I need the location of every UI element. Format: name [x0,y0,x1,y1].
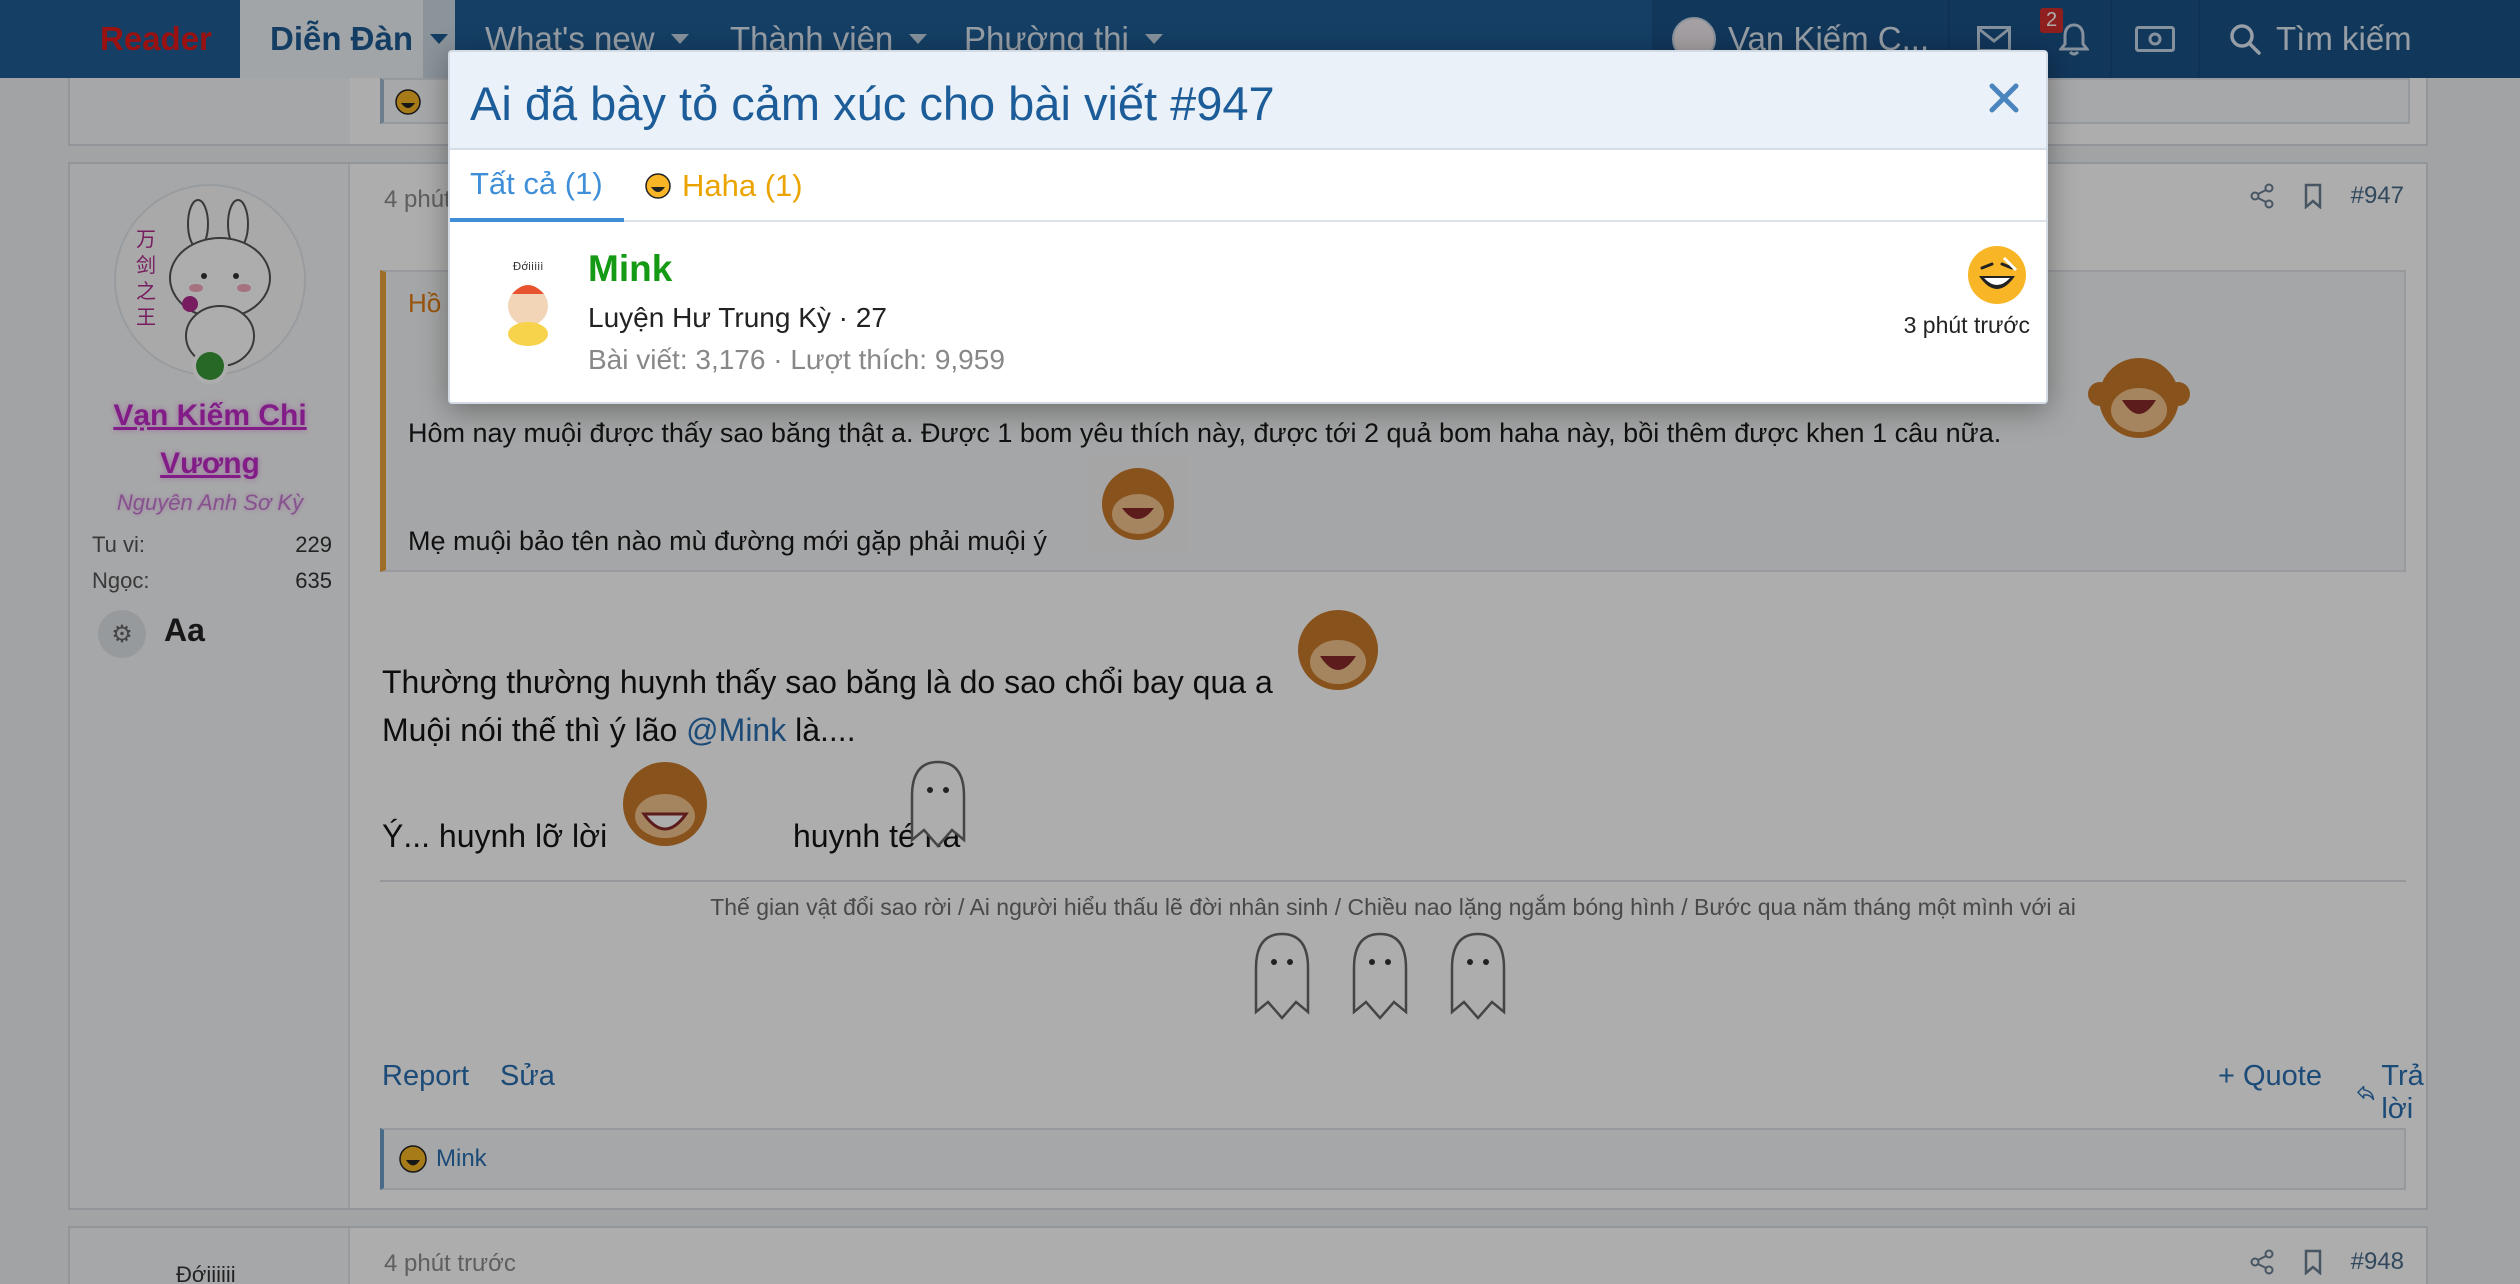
modal-title: Ai đã bày tỏ cảm xúc cho bài viết #947 [470,77,1275,130]
modal-header: Ai đã bày tỏ cảm xúc cho bài viết #947 [450,52,2046,150]
reaction-timestamp: 3 phút trước [1903,312,2030,338]
reaction-tabs: Tất cả (1) Haha (1) [450,150,2046,222]
tab-all[interactable]: Tất cả (1) [450,150,624,222]
reactor-avatar-icon: Đớiiiii [484,254,572,350]
tab-haha-label: Haha (1) [682,168,803,203]
haha-emoji-icon [1968,246,2026,304]
list-item: Đớiiiii Mink Luyện Hư Trung Kỳ · 27 Bài … [450,224,2046,402]
avatar[interactable]: Đớiiiii [484,254,572,350]
reactor-title: Luyện Hư Trung Kỳ · 27 [588,302,887,333]
close-button[interactable] [1980,74,2028,122]
tab-haha[interactable]: Haha (1) [644,150,803,222]
reactions-modal: Ai đã bày tỏ cảm xúc cho bài viết #947 T… [448,50,2048,404]
haha-emoji-icon [645,173,671,199]
reactor-name[interactable]: Mink [588,248,672,290]
close-icon [1989,83,2019,113]
reactor-avatar-label: Đớiiiii [513,260,544,273]
reactor-stats: Bài viết: 3,176 · Lượt thích: 9,959 [588,344,1005,375]
